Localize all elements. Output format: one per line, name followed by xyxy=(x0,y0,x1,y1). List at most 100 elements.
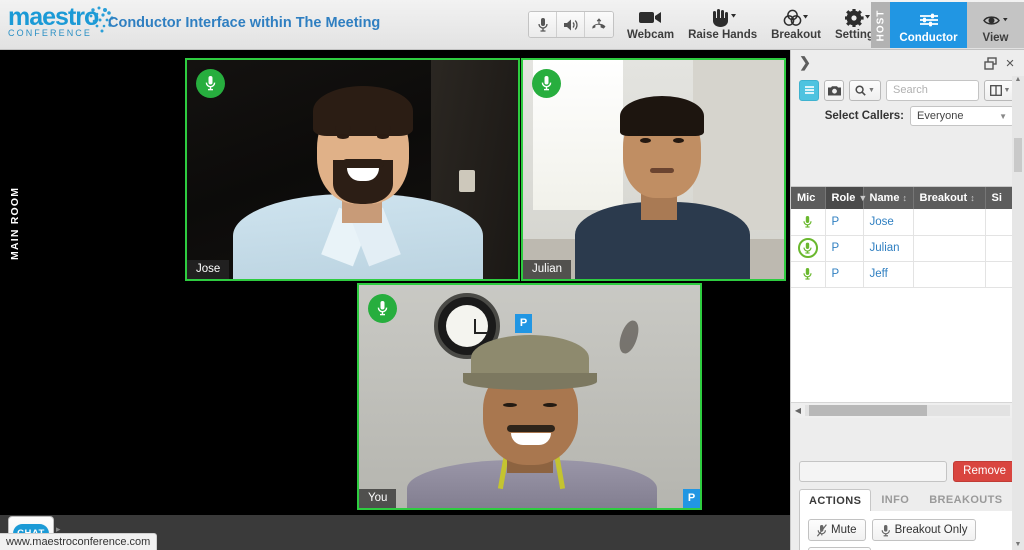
breakout-label: Breakout xyxy=(771,29,821,41)
search-icon xyxy=(855,84,866,96)
select-callers-label: Select Callers: xyxy=(824,110,904,122)
breakout-only-button[interactable]: Breakout Only xyxy=(871,519,977,541)
presenter-badge-you: P xyxy=(683,489,700,508)
column-header-si[interactable]: Si xyxy=(985,187,1013,209)
hangup-button[interactable] xyxy=(585,12,613,37)
caller-table-header: Mic Role ▼ Name ↕ Breakout ↕ Si xyxy=(791,187,1013,209)
sort-both-icon: ↕ xyxy=(902,193,907,203)
raise-hands-button[interactable]: Raise Hands xyxy=(681,4,764,46)
close-panel-button[interactable]: × xyxy=(1002,55,1018,71)
table-row[interactable]: P Jose xyxy=(791,209,1013,236)
column-label-breakout: Breakout xyxy=(919,192,968,204)
page-title: Conductor Interface within The Meeting xyxy=(108,15,381,31)
video-tile-julian[interactable]: Julian xyxy=(521,58,786,281)
mic-active-badge[interactable] xyxy=(196,69,225,98)
host-mode-group: HOST Conductor View xyxy=(871,2,1024,48)
row-role-cell: P xyxy=(825,261,864,288)
tab-breakouts[interactable]: BREAKOUTS xyxy=(919,488,1012,511)
app-header: maestro CONFERENCE Conductor Interface w… xyxy=(0,0,1024,50)
host-badge: HOST xyxy=(871,2,890,48)
row-name-cell[interactable]: Jeff xyxy=(863,261,914,288)
snapshot-button[interactable] xyxy=(824,79,844,101)
column-label-role: Role xyxy=(831,192,856,204)
mic-active-badge[interactable] xyxy=(532,69,561,98)
video-tile-jose[interactable]: Jose xyxy=(185,58,520,281)
breakout-button[interactable]: Breakout xyxy=(764,4,828,46)
remove-input-field[interactable] xyxy=(799,460,948,482)
search-input[interactable] xyxy=(886,79,979,101)
row-breakout-cell xyxy=(913,235,986,262)
remove-row: Remove xyxy=(791,458,1024,484)
tab-actions[interactable]: ACTIONS xyxy=(799,489,872,512)
table-row[interactable]: P Jeff xyxy=(791,261,1013,288)
mic-talking-icon xyxy=(797,238,818,258)
scroll-thumb[interactable] xyxy=(809,405,927,416)
column-header-name[interactable]: Name ↕ xyxy=(863,187,914,209)
select-callers-dropdown[interactable]: Everyone ▼ xyxy=(910,106,1014,126)
video-stage: MAIN ROOM Jose Julian P You P xyxy=(0,50,790,515)
camera-icon xyxy=(827,85,841,95)
mic-icon xyxy=(798,212,818,232)
row-mic-cell[interactable] xyxy=(791,235,826,262)
scroll-down-icon[interactable]: ▼ xyxy=(1012,541,1024,548)
speaker-toggle-button[interactable] xyxy=(557,12,585,37)
video-camera-icon xyxy=(638,4,663,28)
select-callers-row: Select Callers: Everyone ▼ xyxy=(791,104,1024,128)
maestro-logo[interactable]: maestro CONFERENCE xyxy=(8,5,114,45)
webcam-button[interactable]: Webcam xyxy=(620,4,681,46)
mute-button[interactable]: Mute xyxy=(808,519,866,541)
tab-info[interactable]: INFO xyxy=(871,488,919,511)
table-horizontal-scrollbar[interactable]: ◀ ▶ xyxy=(791,402,1024,418)
eye-icon xyxy=(982,7,1009,31)
column-header-role[interactable]: Role ▼ xyxy=(825,187,867,209)
gear-icon xyxy=(844,4,871,28)
sort-desc-icon: ▼ xyxy=(858,193,868,203)
row-name-cell[interactable]: Julian xyxy=(863,235,914,262)
scroll-thumb[interactable] xyxy=(1014,138,1022,172)
row-si-cell xyxy=(985,209,1013,236)
search-mode-dropdown[interactable]: ▼ xyxy=(849,79,881,101)
row-si-cell xyxy=(985,235,1013,262)
scroll-up-icon[interactable]: ▲ xyxy=(1012,76,1024,83)
column-header-breakout[interactable]: Breakout ↕ xyxy=(913,187,986,209)
microphone-toggle-button[interactable] xyxy=(529,12,557,37)
column-header-mic[interactable]: Mic xyxy=(791,187,826,209)
view-button[interactable]: View xyxy=(967,2,1024,48)
detail-tabs: ACTIONS INFO BREAKOUTS xyxy=(799,488,1014,512)
scroll-track[interactable] xyxy=(805,405,1010,416)
column-label-si: Si xyxy=(991,192,1002,204)
row-name-cell[interactable]: Jose xyxy=(863,209,914,236)
sort-both-icon: ↕ xyxy=(970,193,975,203)
panel-expand-arrow-icon[interactable]: ❯ xyxy=(796,53,814,71)
conductor-button[interactable]: Conductor xyxy=(890,2,967,48)
restore-window-button[interactable] xyxy=(982,55,998,71)
caller-table: Mic Role ▼ Name ↕ Breakout ↕ Si P Jose P… xyxy=(791,186,1024,418)
microphone-icon xyxy=(205,76,216,91)
toolbar-buttons: Webcam Raise Hands Breakout Settings xyxy=(620,4,887,48)
microphone-icon xyxy=(537,17,548,32)
caller-table-body: P Jose P Julian P Jeff xyxy=(791,209,1013,288)
panel-toolbar: ▼ ▼ xyxy=(791,76,1024,104)
scroll-left-icon[interactable]: ◀ xyxy=(791,406,805,415)
table-row[interactable]: P Julian xyxy=(791,235,1013,262)
column-label-mic: Mic xyxy=(797,192,816,204)
remove-button[interactable]: Remove xyxy=(953,460,1016,482)
mic-active-badge[interactable] xyxy=(368,294,397,323)
video-surface xyxy=(187,60,518,279)
participant-name-tag: Julian xyxy=(523,260,572,279)
row-mic-cell[interactable] xyxy=(791,209,826,236)
presenter-badge-julian: P xyxy=(515,314,532,333)
chevron-down-icon: ▼ xyxy=(1003,86,1011,94)
list-view-toggle-button[interactable] xyxy=(799,79,819,101)
columns-icon xyxy=(989,84,1002,96)
panel-vertical-scrollbar[interactable]: ▲ ▼ xyxy=(1012,76,1024,550)
row-mic-cell[interactable] xyxy=(791,261,826,288)
speaker-icon xyxy=(563,19,578,30)
conductor-label: Conductor xyxy=(899,31,958,44)
mic-icon xyxy=(881,524,890,536)
chevron-down-icon: ▼ xyxy=(868,86,875,94)
hangup-icon xyxy=(592,17,606,29)
breakout-only-label: Breakout Only xyxy=(894,524,968,536)
webcam-label: Webcam xyxy=(627,29,675,41)
row-si-cell xyxy=(985,261,1013,288)
